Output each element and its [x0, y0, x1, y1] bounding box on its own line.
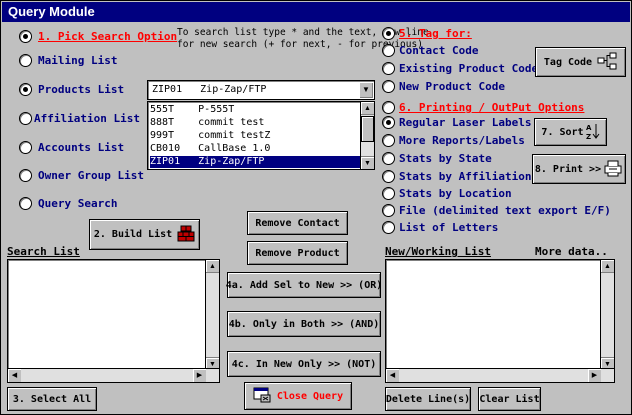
remove-product-button[interactable]: Remove Product	[247, 241, 348, 265]
radio-accounts-list[interactable]	[19, 141, 32, 154]
scroll-up-icon[interactable]: ▲	[601, 260, 614, 273]
svg-text:A: A	[586, 124, 592, 132]
new-working-list-label: New/Working List	[385, 245, 491, 258]
products-listbox[interactable]: 555T P-555T 888T commit test 999T commit…	[147, 101, 375, 170]
search-list-label: Search List	[7, 245, 80, 258]
scroll-down-icon[interactable]: ▼	[361, 156, 374, 169]
build-list-label: 2. Build List	[93, 229, 173, 240]
sort-az-icon: AZ	[586, 122, 600, 143]
label-stats-by-affiliation[interactable]: Stats by Affiliation	[399, 170, 531, 183]
label-mailing-list[interactable]: Mailing List	[38, 54, 117, 67]
list-item[interactable]: 888T commit test	[150, 117, 264, 129]
list-item[interactable]: 555T P-555T	[150, 104, 234, 116]
scroll-up-icon[interactable]: ▲	[206, 260, 219, 273]
radio-stats-by-location[interactable]	[382, 187, 395, 200]
add-sel-to-new-button[interactable]: 4a. Add Sel to New >> (OR)	[226, 272, 382, 298]
list-item-selected[interactable]: ZIP01 Zip-Zap/FTP	[150, 156, 360, 168]
radio-contact-code[interactable]	[382, 44, 395, 57]
label-list-of-letters[interactable]: List of Letters	[399, 221, 498, 234]
build-list-button[interactable]: 2. Build List	[89, 219, 200, 250]
search-option-header-radio[interactable]	[19, 30, 32, 43]
label-file-export[interactable]: File (delimited text export E/F)	[399, 204, 611, 217]
label-more-reports[interactable]: More Reports/Labels	[399, 134, 525, 147]
svg-text:Z: Z	[586, 133, 591, 140]
query-module-window: Query Module 1. Pick Search Option To se…	[0, 0, 632, 415]
products-combo-value: ZIP01 Zip-Zap/FTP	[152, 84, 267, 95]
window-title: Query Module	[2, 2, 630, 22]
select-all-button[interactable]: 3. Select All	[7, 387, 97, 411]
printing-header-radio[interactable]	[382, 101, 395, 114]
search-option-heading: 1. Pick Search Option	[38, 30, 178, 43]
label-existing-product-code[interactable]: Existing Product Code	[399, 62, 538, 75]
tag-code-label: Tag Code	[543, 56, 593, 68]
tag-tree-icon	[597, 52, 617, 73]
delete-lines-button[interactable]: Delete Line(s)	[385, 387, 471, 411]
close-query-label: Close Query	[276, 390, 344, 402]
label-stats-by-location[interactable]: Stats by Location	[399, 187, 512, 200]
sort-button[interactable]: 7. Sort AZ	[534, 118, 607, 146]
products-combo[interactable]: ZIP01 Zip-Zap/FTP ▼	[147, 80, 375, 100]
scroll-up-icon[interactable]: ▲	[361, 102, 374, 115]
radio-mailing-list[interactable]	[19, 54, 32, 67]
new-list-hscroll[interactable]: ◀ ▶	[386, 368, 614, 382]
radio-new-product-code[interactable]	[382, 80, 395, 93]
tag-code-button[interactable]: Tag Code	[535, 47, 626, 77]
combo-dropdown-arrow-icon[interactable]: ▼	[359, 82, 373, 98]
label-accounts-list[interactable]: Accounts List	[38, 141, 124, 154]
sort-label: 7. Sort	[541, 126, 584, 138]
only-in-both-button[interactable]: 4b. Only in Both >> (AND)	[227, 311, 381, 337]
bricks-icon	[177, 224, 195, 245]
scroll-right-icon[interactable]: ▶	[193, 369, 206, 382]
clear-list-button[interactable]: Clear List	[478, 387, 541, 411]
printing-heading: 6. Printing / OutPut Options	[399, 101, 585, 114]
label-query-search[interactable]: Query Search	[38, 197, 117, 210]
label-new-product-code[interactable]: New Product Code	[399, 80, 505, 93]
new-list-vscroll[interactable]: ▲ ▼	[600, 260, 614, 370]
label-owner-group-list[interactable]: Owner Group List	[38, 169, 144, 182]
radio-existing-product-code[interactable]	[382, 62, 395, 75]
label-contact-code[interactable]: Contact Code	[399, 44, 478, 57]
search-list-vscroll[interactable]: ▲ ▼	[205, 260, 219, 370]
list-item[interactable]: 999T commit testZ	[150, 130, 270, 142]
scroll-left-icon[interactable]: ◀	[386, 369, 399, 382]
label-products-list[interactable]: Products List	[38, 83, 124, 96]
tag-for-header-radio[interactable]	[382, 27, 395, 40]
search-list-box[interactable]: ▲ ▼ ◀ ▶	[7, 259, 220, 383]
label-stats-by-state[interactable]: Stats by State	[399, 152, 492, 165]
remove-contact-button[interactable]: Remove Contact	[247, 211, 348, 235]
scroll-thumb[interactable]	[361, 116, 374, 142]
printer-icon	[603, 159, 623, 180]
radio-regular-laser-labels[interactable]	[382, 116, 395, 129]
print-label: 8. Print >>	[534, 163, 602, 175]
label-regular-laser-labels[interactable]: Regular Laser Labels	[399, 116, 531, 129]
radio-affiliation-list[interactable]	[19, 112, 32, 125]
print-button[interactable]: 8. Print >>	[532, 154, 626, 184]
list-item[interactable]: CB010 CallBase 1.0	[150, 143, 270, 155]
radio-query-search[interactable]	[19, 197, 32, 210]
scroll-left-icon[interactable]: ◀	[8, 369, 21, 382]
label-affiliation-list[interactable]: Affiliation List	[34, 112, 140, 125]
radio-stats-by-state[interactable]	[382, 152, 395, 165]
radio-stats-by-affiliation[interactable]	[382, 170, 395, 183]
close-query-button[interactable]: Close Query	[244, 382, 352, 410]
search-list-hscroll[interactable]: ◀ ▶	[8, 368, 219, 382]
radio-file-export[interactable]	[382, 204, 395, 217]
products-listbox-scrollbar[interactable]: ▲ ▼	[360, 102, 374, 169]
radio-list-of-letters[interactable]	[382, 221, 395, 234]
new-working-list-box[interactable]: ▲ ▼ ◀ ▶	[385, 259, 615, 383]
radio-owner-group-list[interactable]	[19, 169, 32, 182]
in-new-only-button[interactable]: 4c. In New Only >> (NOT)	[227, 351, 381, 377]
close-query-icon	[253, 387, 271, 406]
radio-products-list[interactable]	[19, 83, 32, 96]
more-data-label: More data..	[535, 245, 608, 258]
scroll-right-icon[interactable]: ▶	[588, 369, 601, 382]
tag-for-heading: 5. Tag for:	[399, 27, 472, 40]
radio-more-reports[interactable]	[382, 134, 395, 147]
